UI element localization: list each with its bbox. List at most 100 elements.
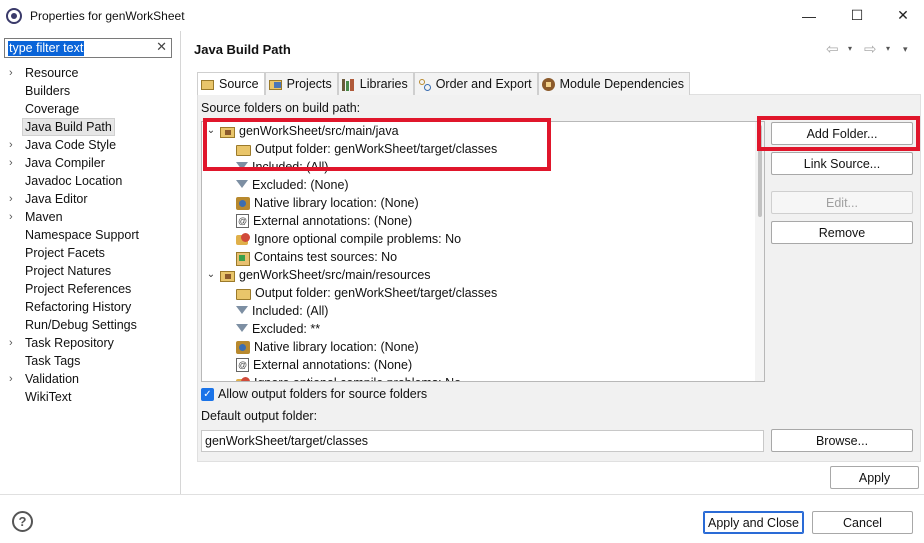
filter-icon	[236, 306, 248, 318]
remove-button[interactable]: Remove	[771, 221, 913, 244]
nav-item[interactable]: Run/Debug Settings	[0, 316, 181, 334]
tree-row[interactable]: Output folder: genWorkSheet/target/class…	[236, 284, 497, 302]
view-menu-icon[interactable]: ▾	[903, 44, 908, 55]
apply-button[interactable]: Apply	[830, 466, 919, 489]
nav-item[interactable]: Java Build Path	[0, 118, 181, 136]
tree-row-label: Included: (All)	[252, 304, 329, 318]
tree-row[interactable]: Native library location: (None)	[236, 338, 419, 356]
expand-chevron-icon[interactable]: ›	[9, 154, 13, 172]
nav-item[interactable]: Project Natures	[0, 262, 181, 280]
tree-row-label: Excluded: **	[252, 322, 321, 336]
clear-filter-icon[interactable]: ✕	[156, 39, 167, 55]
allow-output-label: Allow output folders for source folders	[218, 387, 428, 401]
expand-chevron-icon[interactable]: ›	[9, 64, 13, 82]
minimize-button[interactable]: —	[786, 0, 832, 31]
close-button[interactable]: ✕	[880, 0, 924, 31]
nav-item[interactable]: › Java Editor	[0, 190, 181, 208]
nav-item[interactable]: Namespace Support	[0, 226, 181, 244]
nav-item[interactable]: Coverage	[0, 100, 181, 118]
forward-icon[interactable]: ⇨	[864, 40, 877, 58]
nav-item[interactable]: Project Facets	[0, 244, 181, 262]
order-export-icon	[418, 78, 432, 91]
tab-libraries[interactable]: Libraries	[337, 72, 414, 95]
tab-module-dependencies[interactable]: Module Dependencies	[537, 72, 690, 95]
maximize-button[interactable]: ☐	[834, 0, 880, 31]
tree-row[interactable]: Excluded: (None)	[236, 176, 349, 194]
filter-icon	[236, 324, 248, 336]
nav-item[interactable]: Project References	[0, 280, 181, 298]
title-bar: Properties for genWorkSheet — ☐ ✕	[0, 0, 924, 31]
nav-item[interactable]: Task Tags	[0, 352, 181, 370]
window-title: Properties for genWorkSheet	[30, 8, 185, 23]
tree-row[interactable]: Native library location: (None)	[236, 194, 419, 212]
nav-item-label: Namespace Support	[25, 228, 139, 242]
nav-item-label: Project Facets	[25, 246, 105, 260]
tree-row[interactable]: External annotations: (None)	[236, 212, 412, 230]
nav-item-label: Project References	[25, 282, 132, 296]
filter-input[interactable]: type filter text ✕	[4, 38, 172, 58]
nav-item[interactable]: › Java Compiler	[0, 154, 181, 172]
nav-item[interactable]: › Maven	[0, 208, 181, 226]
tab-label: Order and Export	[435, 77, 532, 91]
tree-row-label: Contains test sources: No	[254, 250, 398, 264]
expand-chevron-icon[interactable]: ›	[9, 190, 13, 208]
browse-button[interactable]: Browse...	[771, 429, 913, 452]
nav-item[interactable]: Refactoring History	[0, 298, 181, 316]
back-dropdown-icon[interactable]: ▾	[848, 44, 852, 53]
allow-output-checkbox[interactable]: ✓	[201, 388, 214, 401]
tab-order-export[interactable]: Order and Export	[413, 72, 538, 95]
nav-item[interactable]: › Validation	[0, 370, 181, 388]
nav-item-label: Refactoring History	[25, 300, 132, 314]
edit-button[interactable]: Edit...	[771, 191, 913, 214]
nav-item-label: Validation	[25, 372, 79, 386]
tree-row[interactable]: Excluded: **	[236, 320, 320, 338]
filter-icon	[236, 162, 248, 174]
add-folder-button[interactable]: Add Folder...	[771, 122, 913, 145]
forward-dropdown-icon[interactable]: ▾	[886, 44, 890, 53]
nav-item[interactable]: › Resource	[0, 64, 181, 82]
tree-row[interactable]: Ignore optional compile problems: No	[236, 374, 461, 381]
chevron-down-icon[interactable]: ⌄	[206, 122, 216, 140]
tree-row[interactable]: Ignore optional compile problems: No	[236, 230, 461, 248]
nav-item[interactable]: › Task Repository	[0, 334, 181, 352]
tree-row-label: Native library location: (None)	[254, 196, 419, 210]
tree-row[interactable]: ⌄ genWorkSheet/src/main/resources	[206, 266, 431, 284]
apply-and-close-button[interactable]: Apply and Close	[703, 511, 804, 534]
tree-row-label: Output folder: genWorkSheet/target/class…	[255, 142, 498, 156]
expand-chevron-icon[interactable]: ›	[9, 208, 13, 226]
scrollbar-thumb[interactable]	[758, 125, 762, 217]
nav-item-label: Javadoc Location	[25, 174, 123, 188]
nav-item-label: Resource	[25, 66, 79, 80]
tree-row[interactable]: Included: (All)	[236, 302, 328, 320]
ignore-problems-icon	[236, 232, 250, 246]
tab-projects[interactable]: Projects	[264, 72, 338, 95]
nav-item-label: Maven	[25, 210, 63, 224]
default-output-field[interactable]: genWorkSheet/target/classes	[201, 430, 764, 452]
nav-item[interactable]: WikiText	[0, 388, 181, 406]
expand-chevron-icon[interactable]: ›	[9, 370, 13, 388]
nav-item[interactable]: Builders	[0, 82, 181, 100]
eclipse-app-icon	[6, 7, 22, 24]
tree-row[interactable]: External annotations: (None)	[236, 356, 412, 374]
tree-row[interactable]: Output folder: genWorkSheet/target/class…	[236, 140, 497, 158]
tree-row[interactable]: Contains test sources: No	[236, 248, 397, 266]
tree-row[interactable]: ⌄ genWorkSheet/src/main/java	[206, 122, 399, 140]
cancel-button[interactable]: Cancel	[812, 511, 913, 534]
source-folders-tree[interactable]: ⌄ genWorkSheet/src/main/java Output folder…	[201, 121, 765, 382]
source-folders-label: Source folders on build path:	[201, 101, 361, 115]
tab-source[interactable]: Source	[197, 72, 265, 95]
chevron-down-icon[interactable]: ⌄	[206, 266, 216, 284]
link-source-button[interactable]: Link Source...	[771, 152, 913, 175]
nav-item[interactable]: › Java Code Style	[0, 136, 181, 154]
tree-row[interactable]: Included: (All)	[236, 158, 328, 176]
default-output-label: Default output folder:	[201, 409, 318, 423]
nav-item[interactable]: Javadoc Location	[0, 172, 181, 190]
expand-chevron-icon[interactable]: ›	[9, 136, 13, 154]
back-icon[interactable]: ⇦	[826, 40, 839, 58]
tree-row-label: Ignore optional compile problems: No	[254, 374, 461, 381]
expand-chevron-icon[interactable]: ›	[9, 334, 13, 352]
help-icon[interactable]: ?	[12, 511, 33, 532]
tree-row-label: External annotations: (None)	[253, 358, 413, 372]
tree-scrollbar[interactable]	[755, 122, 764, 381]
nav-item-label: Java Build Path	[22, 118, 115, 136]
